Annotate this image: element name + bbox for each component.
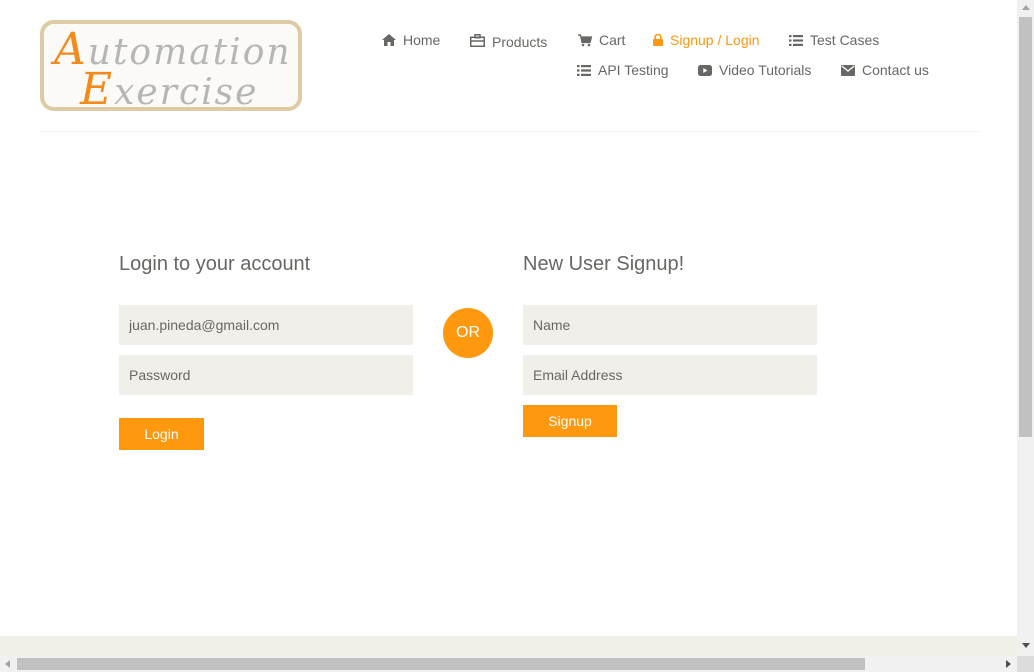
nav-item-signup-login[interactable]: Signup / Login [653, 32, 760, 48]
browser-viewport: Automation Exercise Home Products Cart S… [0, 0, 1017, 656]
footer-edge [0, 636, 1017, 656]
home-icon [382, 34, 396, 46]
scroll-down-arrow-icon[interactable] [1022, 643, 1030, 648]
login-email-field[interactable] [119, 305, 413, 345]
nav-item-contact-us[interactable]: Contact us [841, 62, 929, 78]
login-button[interactable]: Login [119, 418, 204, 450]
vertical-scrollbar-thumb[interactable] [1019, 17, 1032, 437]
nav-label-cart: Cart [599, 32, 626, 48]
signup-form-title: New User Signup! [523, 253, 685, 275]
signup-button[interactable]: Signup [523, 405, 617, 437]
nav-label-home: Home [403, 32, 441, 48]
nav-label-signup-login: Signup / Login [670, 32, 760, 48]
signup-name-field[interactable] [523, 305, 817, 345]
scroll-right-arrow-icon[interactable] [1006, 660, 1011, 668]
nav-item-test-cases[interactable]: Test Cases [789, 32, 879, 48]
nav-label-products: Products [492, 34, 548, 50]
nav-item-api-testing[interactable]: API Testing [577, 62, 669, 78]
nav-item-products[interactable]: Products [470, 32, 548, 50]
envelope-icon [841, 64, 855, 76]
login-password-field[interactable] [119, 355, 413, 395]
scroll-up-arrow-icon[interactable] [1022, 5, 1030, 10]
vertical-scrollbar[interactable] [1017, 0, 1034, 656]
nav-label-contact-us: Contact us [862, 62, 929, 78]
shopping-cart-icon [578, 33, 592, 47]
nav-item-home[interactable]: Home [382, 32, 440, 48]
logo-line-2: Exercise [80, 64, 259, 115]
horizontal-scrollbar-thumb[interactable] [17, 658, 865, 670]
nav-label-api-testing: API Testing [598, 62, 669, 78]
list-icon [789, 34, 803, 46]
site-logo[interactable]: Automation Exercise [40, 20, 302, 115]
briefcase-icon [470, 33, 485, 47]
lock-icon [653, 34, 663, 46]
youtube-play-icon [698, 64, 712, 76]
nav-item-video-tutorials[interactable]: Video Tutorials [698, 62, 811, 78]
login-form-title: Login to your account [119, 253, 311, 275]
scroll-left-arrow-icon[interactable] [5, 660, 10, 668]
or-separator: OR [443, 308, 493, 358]
nav-label-video-tutorials: Video Tutorials [719, 62, 812, 78]
nav-item-cart[interactable]: Cart [578, 32, 625, 48]
list-icon [577, 64, 591, 76]
scrollbar-corner [1017, 656, 1034, 672]
header-divider [40, 131, 980, 132]
horizontal-scrollbar[interactable] [0, 656, 1017, 672]
signup-email-field[interactable] [523, 355, 817, 395]
nav-label-test-cases: Test Cases [810, 32, 880, 48]
